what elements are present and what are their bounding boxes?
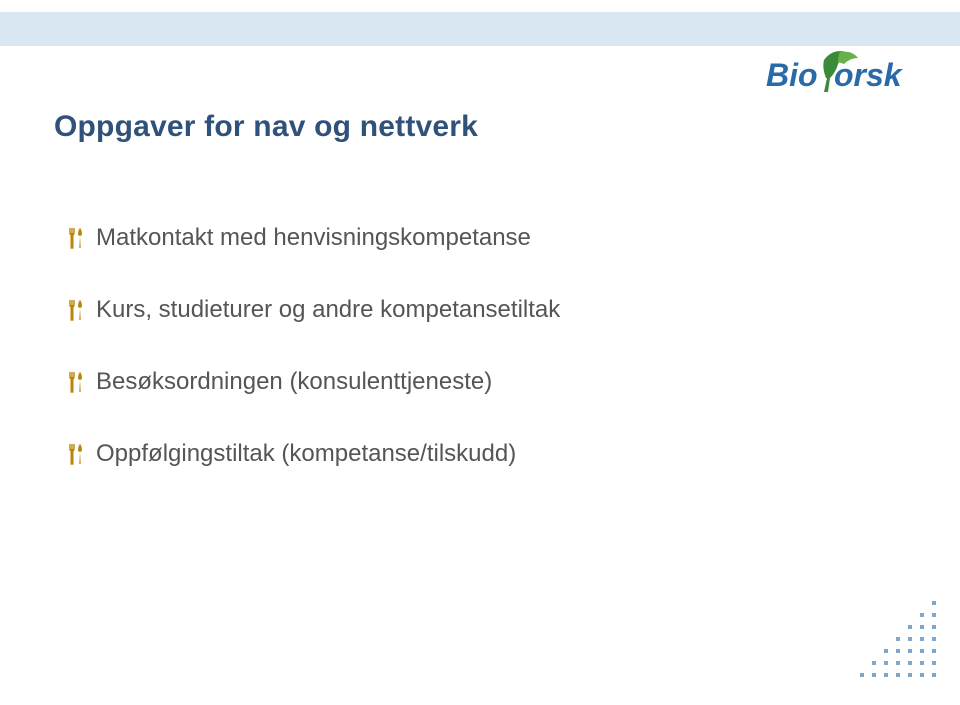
bullet-item: Matkontakt med henvisningskompetanse	[66, 224, 900, 252]
bullet-item: Oppfølgingstiltak (kompetanse/tilskudd)	[66, 440, 900, 468]
bullet-item: Kurs, studieturer og andre kompetansetil…	[66, 296, 900, 324]
fork-knife-icon	[66, 227, 86, 249]
fork-knife-icon	[66, 371, 86, 393]
bullet-list: Matkontakt med henvisningskompetanse Kur…	[54, 224, 900, 468]
bullet-text: Besøksordningen (konsulenttjeneste)	[96, 368, 492, 395]
bullet-text: Oppfølgingstiltak (kompetanse/tilskudd)	[96, 440, 516, 467]
slide-content: Oppgaver for nav og nettverk Matkontakt …	[54, 110, 900, 512]
fork-knife-icon	[66, 443, 86, 465]
slide-title: Oppgaver for nav og nettverk	[54, 110, 900, 144]
logo-text-orsk: orsk	[834, 57, 904, 93]
logo-text-bio: Bio	[766, 57, 818, 93]
decorative-dots	[852, 601, 940, 689]
header-bar	[0, 12, 960, 46]
bioforsk-logo: Bio orsk	[762, 48, 932, 100]
fork-knife-icon	[66, 299, 86, 321]
bullet-text: Kurs, studieturer og andre kompetansetil…	[96, 296, 560, 323]
bullet-item: Besøksordningen (konsulenttjeneste)	[66, 368, 900, 396]
bullet-text: Matkontakt med henvisningskompetanse	[96, 224, 531, 251]
